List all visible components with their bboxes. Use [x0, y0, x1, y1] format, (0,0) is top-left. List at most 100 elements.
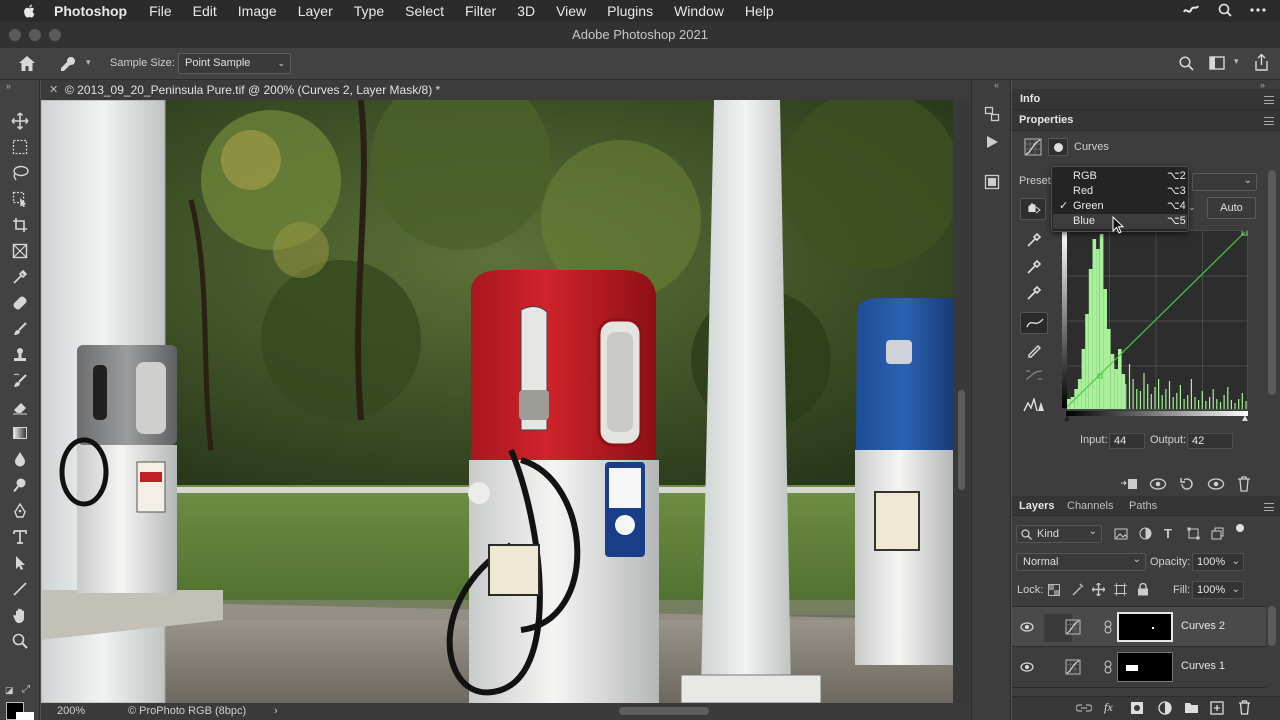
properties-scrollbar[interactable]: [1268, 170, 1276, 395]
more-icon[interactable]: [1250, 8, 1266, 12]
menu-layer[interactable]: Layer: [298, 3, 333, 19]
minimize-window-button[interactable]: [29, 29, 41, 41]
lasso-tool-icon[interactable]: [8, 162, 32, 184]
collapse-dock-icon[interactable]: «: [994, 80, 999, 90]
color-sampler-tool-icon[interactable]: [58, 55, 80, 72]
black-point-slider-icon[interactable]: ▲: [1062, 413, 1072, 424]
lock-position-icon[interactable]: [1092, 583, 1105, 596]
layer-style-fx-icon[interactable]: fx: [1104, 700, 1113, 715]
gray-point-eyedropper-icon[interactable]: [1026, 259, 1042, 275]
new-group-icon[interactable]: [1184, 701, 1199, 714]
toggle-visibility-icon[interactable]: [1207, 477, 1225, 491]
libraries-panel-icon[interactable]: [982, 172, 1002, 192]
layer-row-curves-2[interactable]: Curves 2: [1012, 606, 1266, 647]
preset-select[interactable]: ⌄: [1192, 173, 1257, 191]
line-tool-icon[interactable]: [8, 578, 32, 600]
layers-scrollbar[interactable]: [1268, 606, 1276, 646]
status-expand-icon[interactable]: ›: [274, 703, 278, 720]
curve-point-mode-button[interactable]: [1020, 312, 1048, 334]
menu-edit[interactable]: Edit: [193, 3, 217, 19]
background-color-swatch[interactable]: [16, 712, 34, 720]
fill-field[interactable]: 100% ⌄: [1192, 581, 1244, 599]
default-colors-icon[interactable]: ◪: [5, 685, 14, 696]
properties-panel-menu-icon[interactable]: [1264, 117, 1274, 125]
lock-all-icon[interactable]: [1137, 583, 1149, 596]
spotlight-search-icon[interactable]: [1218, 3, 1232, 17]
canvas-vertical-scrollbar[interactable]: [953, 100, 971, 703]
tab-info[interactable]: Info: [1020, 93, 1040, 105]
object-selection-tool-icon[interactable]: [8, 188, 32, 210]
eraser-tool-icon[interactable]: [8, 396, 32, 418]
targeted-adjustment-button[interactable]: [1020, 198, 1046, 220]
smooth-curve-icon[interactable]: [1025, 368, 1043, 382]
menu-image[interactable]: Image: [238, 3, 277, 19]
filter-toggle-icon[interactable]: [1236, 524, 1244, 532]
visibility-eye-icon[interactable]: [1020, 622, 1034, 632]
lock-artboard-icon[interactable]: [1114, 583, 1127, 596]
brush-tool-icon[interactable]: [8, 318, 32, 340]
add-mask-icon[interactable]: [1130, 701, 1144, 715]
visibility-eye-icon[interactable]: [1020, 662, 1034, 672]
layer-name[interactable]: Curves 2: [1181, 620, 1225, 632]
gradient-tool-icon[interactable]: [8, 422, 32, 444]
zoom-window-button[interactable]: [49, 29, 61, 41]
tab-paths[interactable]: Paths: [1129, 500, 1157, 512]
link-layers-icon[interactable]: [1076, 702, 1092, 714]
filter-shape-layers-icon[interactable]: [1187, 527, 1200, 540]
link-chain-icon[interactable]: [1104, 660, 1112, 674]
pencil-draw-icon[interactable]: [1026, 342, 1042, 358]
layer-mask-thumbnail[interactable]: [1117, 612, 1173, 642]
filter-type-layers-icon[interactable]: T: [1164, 526, 1172, 541]
layer-mask-icon[interactable]: [1048, 138, 1068, 156]
blend-mode-select[interactable]: Normal ⌄: [1016, 553, 1146, 571]
info-panel-menu-icon[interactable]: [1264, 96, 1274, 104]
apple-logo-icon[interactable]: [20, 3, 40, 19]
opacity-field[interactable]: 100% ⌄: [1192, 553, 1244, 571]
output-value-field[interactable]: 42: [1187, 433, 1233, 449]
menu-filter[interactable]: Filter: [465, 3, 496, 19]
menu-file[interactable]: File: [149, 3, 172, 19]
clone-stamp-tool-icon[interactable]: [8, 344, 32, 366]
eyedropper-tool-icon[interactable]: [8, 266, 32, 288]
zoom-level[interactable]: 200%: [57, 703, 85, 720]
hand-tool-icon[interactable]: [8, 604, 32, 626]
menu-window[interactable]: Window: [674, 3, 724, 19]
horizontal-scroll-thumb[interactable]: [619, 707, 709, 715]
lock-image-pixels-icon[interactable]: [1071, 583, 1084, 596]
new-adjustment-layer-icon[interactable]: [1158, 701, 1172, 715]
link-chain-icon[interactable]: [1104, 620, 1112, 634]
layer-name[interactable]: Curves 1: [1181, 660, 1225, 672]
reset-adjustment-icon[interactable]: [1179, 476, 1195, 492]
new-layer-icon[interactable]: [1210, 701, 1224, 715]
move-tool-icon[interactable]: [8, 110, 32, 132]
channel-select-chevron-icon[interactable]: ⌄: [1188, 202, 1200, 216]
workspace-icon[interactable]: [1209, 56, 1225, 70]
menu-select[interactable]: Select: [405, 3, 444, 19]
vertical-scroll-thumb[interactable]: [958, 390, 965, 490]
delete-adjustment-icon[interactable]: [1237, 476, 1251, 492]
tab-properties[interactable]: Properties: [1019, 114, 1073, 126]
document-tab[interactable]: ✕ © 2013_09_20_Peninsula Pure.tif @ 200%…: [41, 80, 971, 100]
lock-transparent-pixels-icon[interactable]: [1048, 584, 1060, 596]
menu-app-name[interactable]: Photoshop: [54, 3, 127, 19]
curves-graph[interactable]: [1062, 229, 1249, 411]
crop-tool-icon[interactable]: [8, 214, 32, 236]
type-tool-icon[interactable]: [8, 526, 32, 548]
path-selection-tool-icon[interactable]: [8, 552, 32, 574]
menu-view[interactable]: View: [556, 3, 586, 19]
menu-item-rgb[interactable]: RGB ⌥2: [1053, 169, 1187, 184]
layers-panel-menu-icon[interactable]: [1264, 503, 1274, 511]
menu-plugins[interactable]: Plugins: [607, 3, 653, 19]
collapse-tools-icon[interactable]: »: [6, 81, 11, 91]
layer-row-curves-1[interactable]: Curves 1: [1012, 647, 1266, 688]
black-point-eyedropper-icon[interactable]: [1026, 232, 1042, 248]
zoom-tool-icon[interactable]: [8, 630, 32, 652]
pen-tool-icon[interactable]: [8, 500, 32, 522]
marquee-tool-icon[interactable]: [8, 136, 32, 158]
search-icon[interactable]: [1179, 56, 1194, 71]
sample-size-select[interactable]: Point Sample ⌄: [178, 53, 291, 74]
document-canvas[interactable]: [41, 100, 953, 703]
clipping-warning-icon[interactable]: [1023, 398, 1045, 412]
workspace-chevron-icon[interactable]: ▾: [1234, 56, 1239, 67]
tool-preset-chevron-icon[interactable]: ▾: [86, 57, 91, 68]
